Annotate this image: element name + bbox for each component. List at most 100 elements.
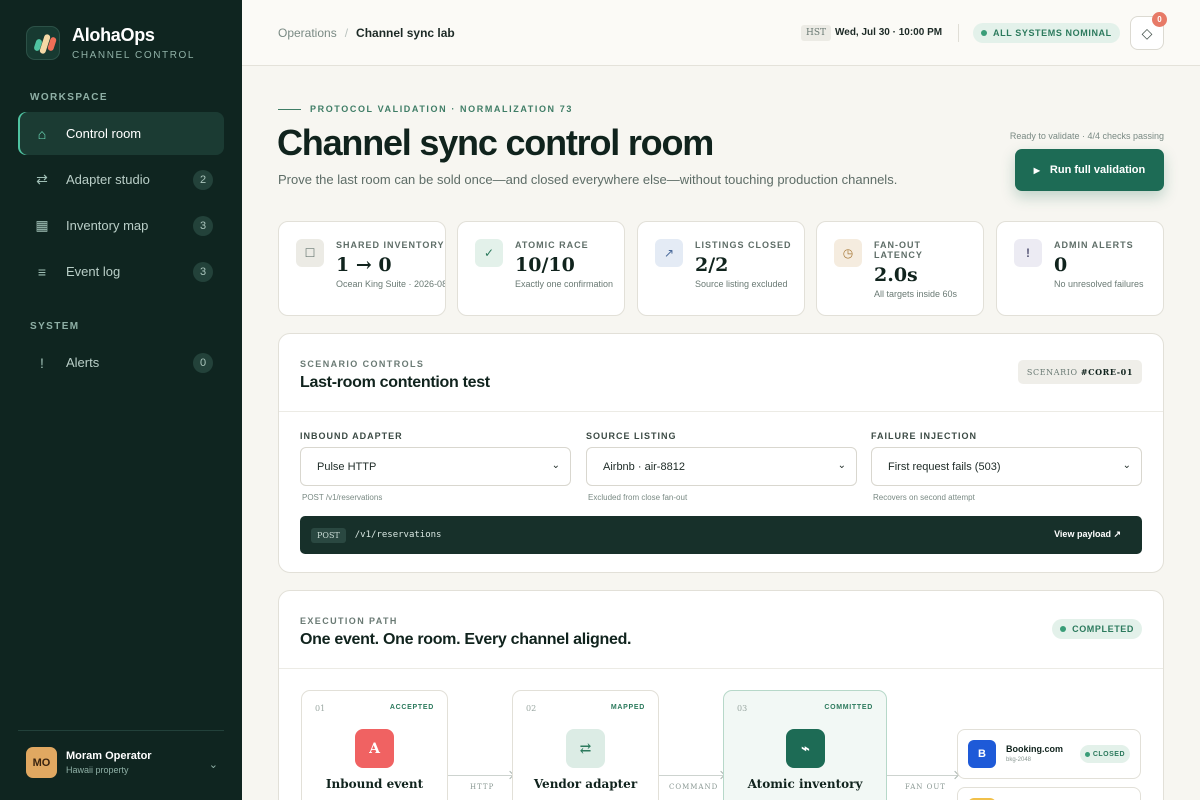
http-method-badge: POST xyxy=(311,527,346,543)
bell-icon: ◇ xyxy=(1141,24,1153,41)
run-validation-button[interactable]: ▶ Run full validation xyxy=(1015,149,1164,191)
section-label-system: SYSTEM xyxy=(30,321,80,332)
connector-arrow xyxy=(659,775,723,776)
kpi-label: LISTINGS CLOSED xyxy=(695,240,792,250)
kpi-value: 2/2 xyxy=(695,254,729,276)
eyebrow-line xyxy=(278,108,301,110)
kpi-note: Source listing excluded xyxy=(695,279,788,289)
kpi-note: Exactly one confirmation xyxy=(515,279,614,289)
step-title: Atomic inventory xyxy=(747,777,863,791)
system-status-badge: ALL SYSTEMS NOMINAL xyxy=(973,23,1120,43)
count-badge: 2 xyxy=(193,169,213,190)
connector-label: FAN OUT xyxy=(905,783,946,791)
step-status: COMMITTED xyxy=(824,704,873,711)
connector-arrow xyxy=(887,775,957,776)
sidebar-item-adapter-studio[interactable]: ⇄ Adapter studio 2 xyxy=(18,158,224,201)
field-hint: POST /v1/reservations xyxy=(302,493,383,502)
kpi-label: ADMIN ALERTS xyxy=(1054,240,1134,250)
home-icon: ⌂ xyxy=(37,125,47,142)
field-label-inbound-adapter: INBOUND ADAPTER xyxy=(300,431,403,441)
sidebar-item-inventory-map[interactable]: ▦ Inventory map 3 xyxy=(18,204,224,247)
chevron-down-icon: ⌄ xyxy=(551,460,560,471)
play-icon: ▶ xyxy=(1033,165,1040,175)
scenario-tag-id: #CORE-01 xyxy=(1080,367,1133,377)
kpi-label: ATOMIC RACE xyxy=(515,240,589,250)
kpi-label: SHARED INVENTORY xyxy=(336,240,445,250)
view-payload-link[interactable]: View payload ↗ xyxy=(1054,529,1121,540)
alert-icon: ! xyxy=(40,354,44,371)
panel-eyebrow: SCENARIO CONTROLS xyxy=(300,359,425,369)
breadcrumb-parent[interactable]: Operations xyxy=(278,26,337,40)
field-label-failure-injection: FAILURE INJECTION xyxy=(871,431,978,441)
user-property: Hawaii property xyxy=(66,765,129,775)
grid-icon: ▦ xyxy=(35,217,49,233)
swap-icon: ⇄ xyxy=(36,171,48,187)
inbound-adapter-select[interactable]: Pulse HTTP ⌄ xyxy=(300,447,571,486)
source-listing-select[interactable]: Airbnb · air-8812 ⌄ xyxy=(586,447,857,486)
count-badge: 3 xyxy=(193,215,213,236)
step-vendor-adapter[interactable]: 02 MAPPED ⇄ Vendor adapter xyxy=(512,690,659,800)
step-number: 02 xyxy=(526,704,537,713)
sidebar-item-alerts[interactable]: ! Alerts 0 xyxy=(18,341,224,384)
divider xyxy=(958,24,959,42)
field-hint: Recovers on second attempt xyxy=(873,493,975,502)
channel-id: bkg-2048 xyxy=(1006,757,1032,763)
connector-arrow xyxy=(448,775,512,776)
clock-icon: ◷ xyxy=(834,239,862,267)
step-title: Vendor adapter xyxy=(533,777,638,791)
step-inbound-event[interactable]: 01 ACCEPTED A Inbound event xyxy=(301,690,448,800)
channel-second[interactable] xyxy=(957,787,1141,800)
breadcrumb-separator: / xyxy=(344,26,349,40)
scenario-controls-panel: SCENARIO CONTROLS Last-room contention t… xyxy=(278,333,1164,573)
hero-eyebrow: PROTOCOL VALIDATION · NORMALIZATION 73 xyxy=(278,104,573,114)
panel-title: Last-room contention test xyxy=(300,374,490,391)
arrow-icon: ↗ xyxy=(655,239,683,267)
failure-injection-select[interactable]: First request fails (503) ⌄ xyxy=(871,447,1142,486)
kpi-card-fan-out-latency: ◷ FAN-OUT LATENCY 2.0s All targets insid… xyxy=(816,221,984,316)
kpi-value: 2.0s xyxy=(874,264,918,286)
breadcrumb-current: Channel sync lab xyxy=(356,26,455,40)
page-subtitle: Prove the last room can be sold once—and… xyxy=(278,172,898,187)
sidebar-item-event-log[interactable]: ≡ Event log 3 xyxy=(18,250,224,293)
step-status: MAPPED xyxy=(610,704,645,711)
execution-status-badge: COMPLETED xyxy=(1052,619,1142,639)
chevron-down-icon: ⌄ xyxy=(837,460,846,471)
step-number: 01 xyxy=(315,704,326,713)
channel-status-badge: CLOSED xyxy=(1079,745,1130,763)
user-name: Moram Operator xyxy=(66,750,152,762)
alert-icon: ! xyxy=(1014,239,1042,267)
current-datetime: Wed, Jul 30 · 10:00 PM xyxy=(835,27,943,38)
swap-icon: ⇄ xyxy=(566,729,605,768)
bolt-icon: ⌁ xyxy=(786,729,825,768)
avatar: MO xyxy=(26,747,57,778)
count-badge: 3 xyxy=(193,261,213,282)
user-menu[interactable]: MO Moram Operator Hawaii property ⌄ xyxy=(18,730,224,778)
brand[interactable]: AlohaOps CHANNEL CONTROL xyxy=(26,25,195,61)
kpi-card-listings-closed: ↗ LISTINGS CLOSED 2/2 Source listing exc… xyxy=(637,221,805,316)
system-status-label: ALL SYSTEMS NOMINAL xyxy=(993,28,1112,38)
channel-booking[interactable]: B Booking.com bkg-2048 CLOSED xyxy=(957,729,1141,779)
connector-label: HTTP xyxy=(470,783,495,791)
section-label-workspace: WORKSPACE xyxy=(30,92,108,103)
chevron-down-icon: ⌄ xyxy=(1122,460,1131,471)
select-value: Pulse HTTP xyxy=(317,460,377,473)
kpi-value: 1 → 0 xyxy=(336,254,392,276)
channel-name: Booking.com xyxy=(1006,744,1064,754)
validation-ready-note: Ready to validate · 4/4 checks passing xyxy=(1009,131,1164,141)
sidebar-item-label: Event log xyxy=(66,264,121,279)
kpi-label: FAN-OUT LATENCY xyxy=(874,240,923,260)
list-icon: ≡ xyxy=(37,263,47,280)
sidebar-item-control-room[interactable]: ⌂ Control room xyxy=(18,112,224,155)
channel-status-label: CLOSED xyxy=(1092,750,1125,758)
step-atomic-inventory[interactable]: 03 COMMITTED ⌁ Atomic inventory xyxy=(723,690,887,800)
sidebar-item-label: Inventory map xyxy=(66,218,149,233)
kpi-note: Ocean King Suite · 2026-08-14 xyxy=(336,279,445,289)
timezone-badge: HST xyxy=(801,25,832,41)
execution-status-label: COMPLETED xyxy=(1072,624,1134,634)
brand-subtitle: CHANNEL CONTROL xyxy=(72,50,196,61)
notifications-button[interactable]: ◇ 0 xyxy=(1130,12,1167,50)
brand-name: AlohaOps xyxy=(72,25,155,45)
divider xyxy=(279,668,1163,669)
step-title: Inbound event xyxy=(325,777,424,791)
kpi-note: No unresolved failures xyxy=(1054,279,1144,289)
